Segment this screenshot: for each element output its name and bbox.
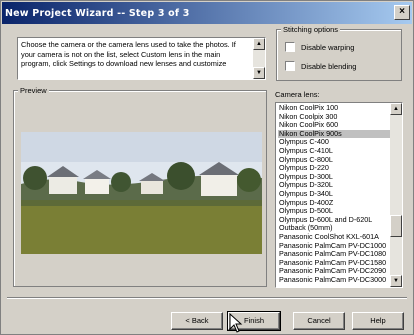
preview-image [21,132,262,254]
mouse-cursor-icon [229,313,243,333]
title-bar[interactable]: New Project Wizard -- Step 3 of 3 × [2,2,412,24]
scroll-up-icon[interactable]: ▲ [253,38,265,50]
scroll-up-icon[interactable]: ▲ [390,103,402,115]
wizard-window: New Project Wizard -- Step 3 of 3 × Choo… [0,0,414,335]
cancel-button[interactable]: Cancel [293,312,345,330]
lens-items: Nikon CoolPix 100 Nikon Coolpix 300 Nikon … [278,103,390,285]
camera-lens-label: Camera lens: [275,90,320,99]
camera-lens-list[interactable]: Nikon CoolPix 100 Nikon Coolpix 300 Nikon … [275,102,403,288]
window-title: New Project Wizard -- Step 3 of 3 [5,7,190,19]
preview-label: Preview [18,86,49,95]
stitching-options-group: Stitching options Disable warping Disabl… [276,25,402,81]
scroll-thumb[interactable] [390,215,402,237]
checkbox-label: Disable warping [301,42,355,52]
description-scrollbar[interactable]: ▲ ▼ [253,38,265,79]
stitching-options-label: Stitching options [281,25,341,34]
checkbox-label: Disable blending [301,61,357,71]
back-button[interactable]: < Back [171,312,223,330]
disable-blending-checkbox[interactable]: Disable blending [285,61,356,71]
help-button[interactable]: Help [352,312,404,330]
description-text: Choose the camera or the camera lens use… [21,40,236,68]
scroll-down-icon[interactable]: ▼ [390,275,402,287]
close-icon[interactable]: × [394,5,410,20]
lens-list-item[interactable]: Panasonic PalmCam PV-DC3000 [278,275,390,285]
lens-scrollbar[interactable]: ▲ ▼ [390,103,402,287]
description-box: Choose the camera or the camera lens use… [17,37,266,80]
disable-warping-checkbox[interactable]: Disable warping [285,42,354,52]
checkbox-box[interactable] [285,42,295,52]
scroll-down-icon[interactable]: ▼ [253,67,265,79]
checkbox-box[interactable] [285,61,295,71]
divider [7,297,407,299]
